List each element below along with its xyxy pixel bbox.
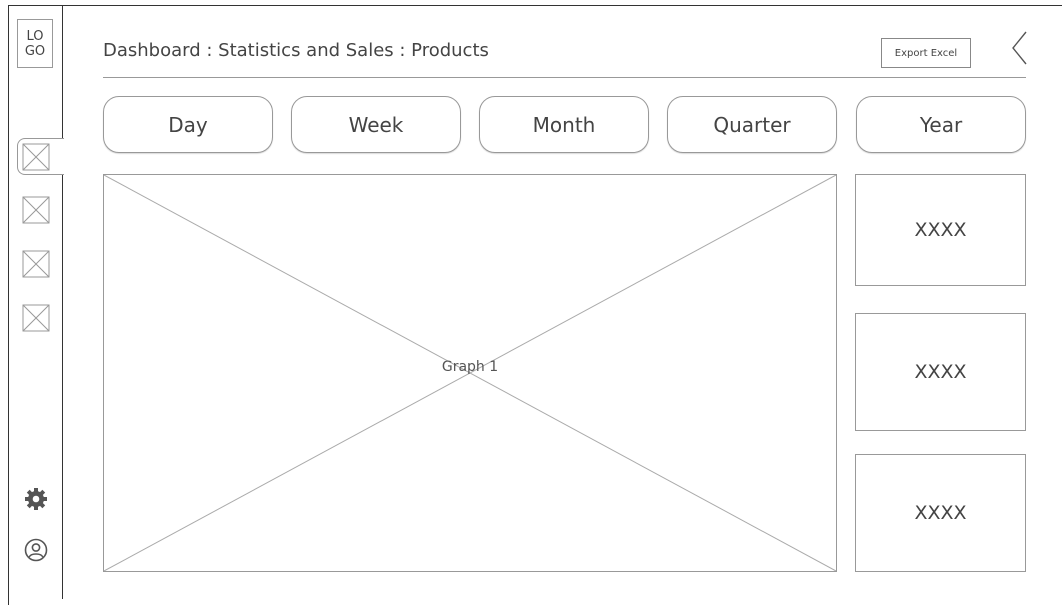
- breadcrumb: Dashboard : Statistics and Sales : Produ…: [103, 40, 489, 61]
- logo-line-2: GO: [24, 43, 46, 59]
- gear-icon: [25, 488, 47, 510]
- back-button[interactable]: [1010, 30, 1028, 66]
- logo: LO GO: [17, 19, 53, 68]
- tab-day[interactable]: Day: [103, 96, 273, 153]
- stat-value: XXXX: [914, 361, 967, 383]
- tab-year[interactable]: Year: [856, 96, 1026, 153]
- stat-box-3: XXXX: [855, 454, 1026, 572]
- graph-label: Graph 1: [441, 359, 499, 375]
- sidebar-item-3[interactable]: [22, 250, 50, 278]
- tab-quarter[interactable]: Quarter: [667, 96, 837, 153]
- header-divider: [103, 77, 1026, 78]
- logo-line-1: LO: [26, 28, 44, 44]
- image-placeholder-icon: [22, 304, 50, 332]
- tab-month[interactable]: Month: [479, 96, 649, 153]
- stat-value: XXXX: [914, 502, 967, 524]
- export-excel-button[interactable]: Export Excel: [881, 38, 971, 68]
- sidebar-item-4[interactable]: [22, 304, 50, 332]
- tab-week[interactable]: Week: [291, 96, 461, 153]
- image-placeholder-icon: [22, 250, 50, 278]
- stat-box-1: XXXX: [855, 174, 1026, 286]
- stat-value: XXXX: [914, 219, 967, 241]
- stat-box-2: XXXX: [855, 313, 1026, 431]
- image-placeholder-icon: [22, 143, 50, 171]
- sidebar-item-2[interactable]: [22, 196, 50, 224]
- sidebar-item-1[interactable]: [22, 143, 50, 171]
- image-placeholder-icon: [22, 196, 50, 224]
- settings-button[interactable]: [24, 487, 48, 511]
- profile-button[interactable]: [24, 538, 48, 562]
- graph-placeholder: Graph 1: [103, 174, 837, 572]
- user-icon: [24, 538, 48, 562]
- chevron-left-icon: [1012, 31, 1027, 65]
